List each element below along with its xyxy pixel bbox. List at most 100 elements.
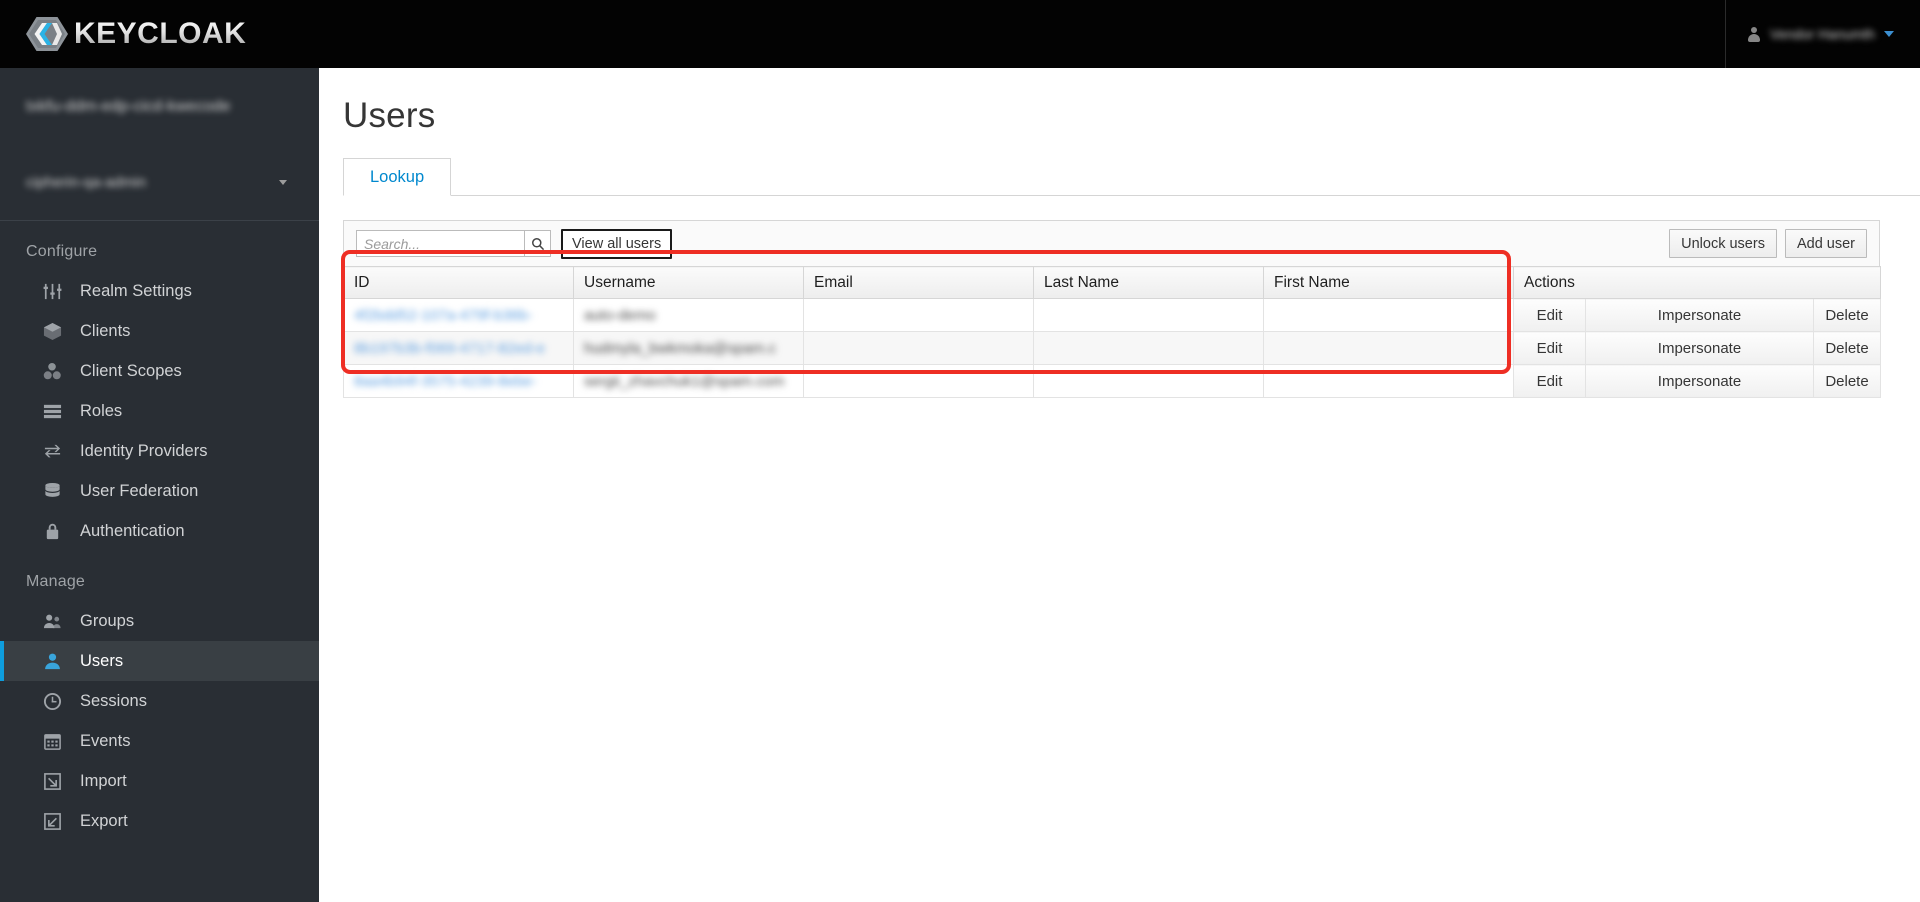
user-icon bbox=[42, 651, 62, 671]
cell-username: auto-demo bbox=[573, 298, 804, 332]
page-title: Users bbox=[343, 96, 436, 135]
sidebar-item-label: Roles bbox=[80, 401, 123, 420]
main-content: Users Lookup View all users Unlock users… bbox=[319, 68, 1920, 902]
column-header-id[interactable]: ID bbox=[343, 266, 574, 299]
user-id-link[interactable]: 8b197b3b-f069-4717-82ed-e bbox=[354, 340, 545, 357]
sidebar-item-groups[interactable]: Groups bbox=[0, 601, 319, 641]
cell-id[interactable]: 8aa4b94f-3575-4239-8ebe- bbox=[343, 364, 574, 398]
sidebar-item-export[interactable]: Export bbox=[0, 801, 319, 841]
cell-last-name bbox=[1033, 364, 1264, 398]
sidebar-item-authentication[interactable]: Authentication bbox=[0, 511, 319, 551]
sidebar-item-sessions[interactable]: Sessions bbox=[0, 681, 319, 721]
arrow-out-of-box-icon bbox=[42, 811, 62, 831]
username-value: hudmyla_bwkmoka@spam.c bbox=[584, 339, 776, 357]
cell-email bbox=[803, 298, 1034, 332]
sidebar-item-label: Clients bbox=[80, 321, 131, 340]
edit-button[interactable]: Edit bbox=[1513, 364, 1586, 398]
search-button[interactable] bbox=[524, 230, 551, 257]
lock-icon bbox=[42, 521, 62, 541]
sidebar-group-title-configure: Configure bbox=[26, 243, 98, 260]
impersonate-button[interactable]: Impersonate bbox=[1585, 364, 1814, 398]
tab-label: Lookup bbox=[370, 167, 425, 186]
tab-bar: Lookup bbox=[343, 158, 1920, 196]
table-row: 8aa4b94f-3575-4239-8ebe- sergii_zhavchuk… bbox=[343, 364, 1882, 398]
cell-email bbox=[803, 364, 1034, 398]
users-group-icon bbox=[42, 611, 62, 631]
cell-username: sergii_zhavchuk1@spam.com bbox=[573, 364, 804, 398]
column-header-email[interactable]: Email bbox=[803, 266, 1034, 299]
column-header-actions: Actions bbox=[1512, 266, 1882, 299]
masthead: KEYCLOAK Vendor Hanumth bbox=[0, 0, 1920, 68]
sidebar-group-title-manage: Manage bbox=[26, 573, 86, 590]
exchange-arrows-icon bbox=[42, 441, 62, 461]
impersonate-button[interactable]: Impersonate bbox=[1585, 298, 1814, 332]
chevron-down-icon[interactable] bbox=[1884, 31, 1894, 37]
sidebar-item-user-federation[interactable]: User Federation bbox=[0, 471, 319, 511]
sidebar-item-label: Groups bbox=[80, 611, 135, 630]
column-header-last-name[interactable]: Last Name bbox=[1033, 266, 1264, 299]
column-header-username[interactable]: Username bbox=[573, 266, 804, 299]
keycloak-hexagon-logo-icon bbox=[26, 13, 68, 55]
sidebar-item-label: User Federation bbox=[80, 481, 199, 500]
view-all-users-button[interactable]: View all users bbox=[561, 228, 673, 259]
cell-email bbox=[803, 331, 1034, 365]
masthead-user-label: Vendor Hanumth bbox=[1769, 26, 1875, 42]
arrow-into-box-icon bbox=[42, 771, 62, 791]
unlock-users-button[interactable]: Unlock users bbox=[1669, 229, 1777, 258]
cell-username: hudmyla_bwkmoka@spam.c bbox=[573, 331, 804, 365]
cell-first-name bbox=[1263, 298, 1514, 332]
user-id-link[interactable]: 8aa4b94f-3575-4239-8ebe- bbox=[354, 373, 537, 390]
masthead-user-menu[interactable]: Vendor Hanumth bbox=[1724, 0, 1920, 68]
cell-first-name bbox=[1263, 331, 1514, 365]
tab-lookup[interactable]: Lookup bbox=[343, 158, 452, 196]
sidebar-item-users[interactable]: Users bbox=[0, 641, 319, 681]
username-value: auto-demo bbox=[584, 306, 656, 324]
add-user-button[interactable]: Add user bbox=[1784, 229, 1867, 258]
cubes-icon bbox=[42, 361, 62, 381]
delete-button[interactable]: Delete bbox=[1812, 364, 1882, 398]
clock-icon bbox=[42, 691, 62, 711]
delete-button[interactable]: Delete bbox=[1812, 331, 1882, 365]
realm-name-row: txkfu-ddm-edp-cicd-kwecode bbox=[0, 90, 319, 124]
user-id-link[interactable]: 4f2bdd52-107a-479f-b36b- bbox=[354, 307, 532, 324]
brand-logo-link[interactable]: KEYCLOAK bbox=[0, 0, 246, 68]
caret-down-icon[interactable] bbox=[279, 179, 287, 185]
brand-name: KEYCLOAK bbox=[74, 17, 247, 50]
cell-last-name bbox=[1033, 331, 1264, 365]
cell-last-name bbox=[1033, 298, 1264, 332]
table-row: 8b197b3b-f069-4717-82ed-e hudmyla_bwkmok… bbox=[343, 331, 1882, 365]
sidebar-item-clients[interactable]: Clients bbox=[0, 311, 319, 351]
toolbar-actions: Unlock users Add user bbox=[1669, 229, 1867, 258]
sidebar-item-client-scopes[interactable]: Client Scopes bbox=[0, 351, 319, 391]
cell-id[interactable]: 4f2bdd52-107a-479f-b36b- bbox=[343, 298, 574, 332]
sidebar-item-roles[interactable]: Roles bbox=[0, 391, 319, 431]
list-icon bbox=[42, 401, 62, 421]
sidebar-item-identity-providers[interactable]: Identity Providers bbox=[0, 431, 319, 471]
realm-user-row[interactable]: cipherin-qa-admin bbox=[0, 162, 319, 202]
search-input[interactable] bbox=[356, 230, 524, 257]
realm-user-name: cipherin-qa-admin bbox=[26, 173, 147, 191]
username-value: sergii_zhavchuk1@spam.com bbox=[584, 372, 785, 390]
edit-button[interactable]: Edit bbox=[1513, 298, 1586, 332]
user-icon bbox=[1748, 26, 1761, 42]
magnifier-icon bbox=[531, 237, 544, 250]
calendar-icon bbox=[42, 731, 62, 751]
edit-button[interactable]: Edit bbox=[1513, 331, 1586, 365]
sidebar-item-realm-settings[interactable]: Realm Settings bbox=[0, 271, 319, 311]
sidebar-item-label: Events bbox=[80, 731, 131, 750]
impersonate-button[interactable]: Impersonate bbox=[1585, 331, 1814, 365]
cell-first-name bbox=[1263, 364, 1514, 398]
realm-selector-block[interactable]: txkfu-ddm-edp-cicd-kwecode cipherin-qa-a… bbox=[0, 68, 319, 210]
sidebar-item-import[interactable]: Import bbox=[0, 761, 319, 801]
delete-button[interactable]: Delete bbox=[1812, 298, 1882, 332]
sidebar-item-events[interactable]: Events bbox=[0, 721, 319, 761]
realm-name: txkfu-ddm-edp-cicd-kwecode bbox=[26, 98, 231, 115]
sliders-icon bbox=[42, 281, 62, 301]
users-panel: View all users Unlock users Add user ID … bbox=[343, 220, 1882, 398]
sidebar-item-label: Realm Settings bbox=[80, 281, 192, 300]
sidebar-item-label: Sessions bbox=[80, 691, 147, 710]
cell-id[interactable]: 8b197b3b-f069-4717-82ed-e bbox=[343, 331, 574, 365]
database-icon bbox=[42, 481, 62, 501]
column-header-first-name[interactable]: First Name bbox=[1263, 266, 1514, 299]
sidebar: txkfu-ddm-edp-cicd-kwecode cipherin-qa-a… bbox=[0, 68, 319, 902]
